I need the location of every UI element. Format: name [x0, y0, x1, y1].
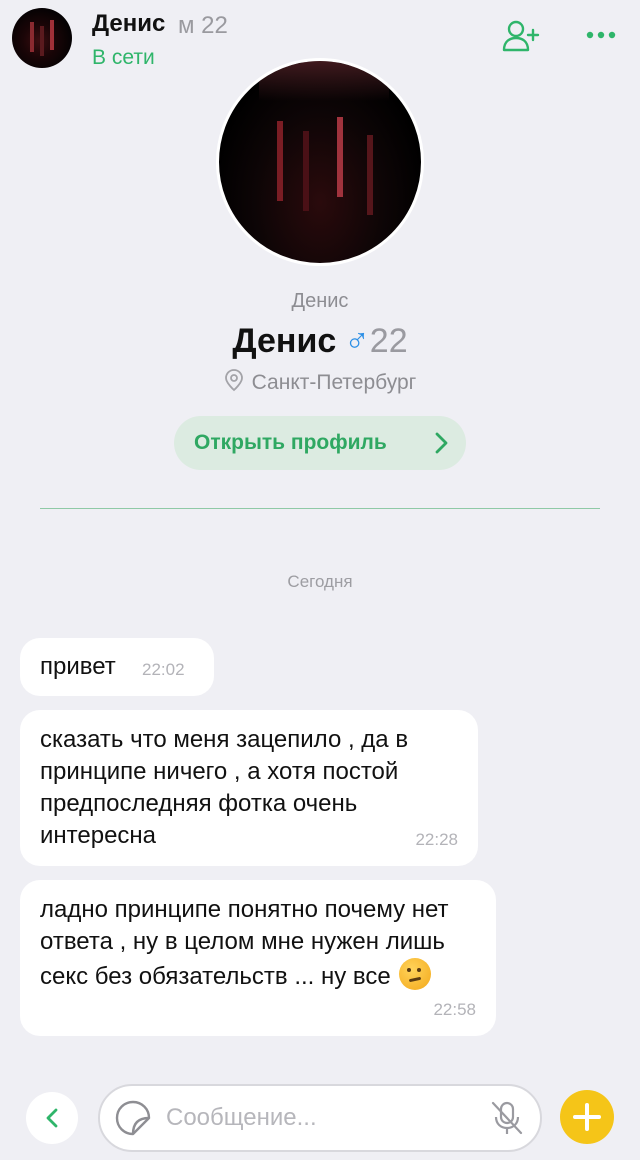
profile-city: Санкт-Петербург [251, 371, 417, 394]
back-button[interactable] [26, 1092, 78, 1144]
header-avatar[interactable] [12, 8, 72, 68]
online-status: В сети [92, 46, 155, 69]
profile-age: 22 [369, 322, 408, 360]
open-profile-label: Открыть профиль [194, 431, 387, 454]
chevron-left-icon [46, 1108, 58, 1128]
location-pin-icon [224, 369, 243, 392]
date-separator: Сегодня [287, 572, 353, 591]
header-contact-name[interactable]: Денис [92, 10, 165, 38]
profile-username: Денис [291, 290, 349, 312]
add-user-icon [502, 20, 540, 52]
profile-title: Денис ♂22 [0, 322, 640, 361]
profile-location: Санкт-Петербург [0, 368, 640, 395]
sticker-icon[interactable] [114, 1099, 152, 1137]
message-text: привет [40, 653, 116, 680]
male-gender-icon: ♂ [344, 322, 370, 360]
more-options-button[interactable] [584, 22, 618, 48]
profile-divider [40, 508, 600, 509]
open-profile-button[interactable]: Открыть профиль [174, 416, 466, 470]
microphone-off-icon[interactable] [490, 1100, 524, 1136]
message-input[interactable] [166, 1100, 466, 1136]
chevron-right-icon [435, 432, 448, 454]
thinking-face-emoji-icon [398, 958, 431, 990]
profile-name: Денис [232, 322, 337, 360]
message-text: сказать что меня зацепило , да в принцип… [40, 726, 409, 849]
attach-plus-button[interactable] [560, 1090, 614, 1144]
plus-icon [573, 1103, 601, 1131]
header-contact-meta: м 22 [178, 12, 228, 39]
message-text-wrap: ладно принципе понятно почему нет ответа… [40, 894, 486, 993]
message-time: 22:58 [433, 1000, 476, 1019]
message-time: 22:02 [142, 660, 185, 679]
message-bubble[interactable]: привет 22:02 [20, 638, 214, 696]
profile-photo[interactable] [216, 58, 424, 266]
add-friend-button[interactable] [500, 18, 540, 54]
message-composer [98, 1084, 542, 1152]
message-text: ладно принципе понятно почему нет ответа… [40, 896, 449, 990]
message-time: 22:28 [415, 830, 458, 849]
message-bubble[interactable]: сказать что меня зацепило , да в принцип… [20, 710, 478, 866]
more-dots-icon [586, 31, 616, 39]
message-bubble[interactable]: ладно принципе понятно почему нет ответа… [20, 880, 496, 1036]
